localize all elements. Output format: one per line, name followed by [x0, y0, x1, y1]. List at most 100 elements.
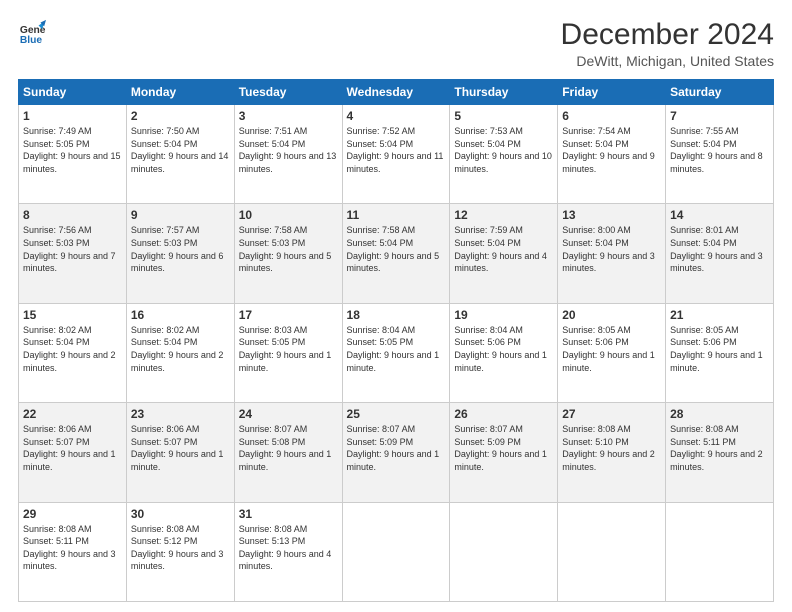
calendar-cell: 18 Sunrise: 8:04 AMSunset: 5:05 PMDayligh…	[342, 303, 450, 402]
day-info: Sunrise: 8:07 AMSunset: 5:09 PMDaylight:…	[454, 423, 553, 473]
calendar-week-2: 8 Sunrise: 7:56 AMSunset: 5:03 PMDaylight…	[19, 204, 774, 303]
day-info: Sunrise: 8:02 AMSunset: 5:04 PMDaylight:…	[131, 324, 230, 374]
day-info: Sunrise: 8:05 AMSunset: 5:06 PMDaylight:…	[562, 324, 661, 374]
logo-icon: General Blue	[18, 18, 46, 46]
day-info: Sunrise: 8:08 AMSunset: 5:12 PMDaylight:…	[131, 523, 230, 573]
calendar-cell: 31Sunrise: 8:08 AMSunset: 5:13 PMDayligh…	[234, 502, 342, 601]
day-info: Sunrise: 8:07 AMSunset: 5:08 PMDaylight:…	[239, 423, 338, 473]
calendar-cell: 14 Sunrise: 8:01 AMSunset: 5:04 PMDayligh…	[666, 204, 774, 303]
day-info: Sunrise: 8:06 AMSunset: 5:07 PMDaylight:…	[131, 423, 230, 473]
day-number: 5	[454, 109, 553, 123]
day-number: 11	[347, 208, 446, 222]
day-number: 14	[670, 208, 769, 222]
day-info: Sunrise: 8:07 AMSunset: 5:09 PMDaylight:…	[347, 423, 446, 473]
calendar-cell	[666, 502, 774, 601]
day-info: Sunrise: 7:57 AMSunset: 5:03 PMDaylight:…	[131, 224, 230, 274]
calendar-header-friday: Friday	[558, 80, 666, 105]
day-info: Sunrise: 7:58 AMSunset: 5:04 PMDaylight:…	[347, 224, 446, 274]
calendar-cell: 3Sunrise: 7:51 AMSunset: 5:04 PMDaylight…	[234, 105, 342, 204]
calendar-cell: 10 Sunrise: 7:58 AMSunset: 5:03 PMDayligh…	[234, 204, 342, 303]
day-number: 27	[562, 407, 661, 421]
day-number: 24	[239, 407, 338, 421]
calendar-cell: 15 Sunrise: 8:02 AMSunset: 5:04 PMDayligh…	[19, 303, 127, 402]
day-number: 7	[670, 109, 769, 123]
day-number: 26	[454, 407, 553, 421]
day-info: Sunrise: 8:03 AMSunset: 5:05 PMDaylight:…	[239, 324, 338, 374]
calendar-cell	[450, 502, 558, 601]
main-title: December 2024	[561, 18, 774, 51]
logo: General Blue	[18, 18, 46, 46]
day-number: 15	[23, 308, 122, 322]
calendar-cell: 25 Sunrise: 8:07 AMSunset: 5:09 PMDayligh…	[342, 403, 450, 502]
day-number: 31	[239, 507, 338, 521]
day-number: 19	[454, 308, 553, 322]
day-info: Sunrise: 7:50 AMSunset: 5:04 PMDaylight:…	[131, 125, 230, 175]
calendar-week-3: 15 Sunrise: 8:02 AMSunset: 5:04 PMDayligh…	[19, 303, 774, 402]
day-number: 2	[131, 109, 230, 123]
day-number: 13	[562, 208, 661, 222]
calendar-cell: 27Sunrise: 8:08 AMSunset: 5:10 PMDayligh…	[558, 403, 666, 502]
calendar-cell: 16 Sunrise: 8:02 AMSunset: 5:04 PMDayligh…	[126, 303, 234, 402]
calendar-table: SundayMondayTuesdayWednesdayThursdayFrid…	[18, 79, 774, 602]
calendar-cell: 12Sunrise: 7:59 AMSunset: 5:04 PMDayligh…	[450, 204, 558, 303]
day-number: 22	[23, 407, 122, 421]
day-info: Sunrise: 7:55 AMSunset: 5:04 PMDaylight:…	[670, 125, 769, 175]
day-number: 20	[562, 308, 661, 322]
day-number: 1	[23, 109, 122, 123]
calendar-header-row: SundayMondayTuesdayWednesdayThursdayFrid…	[19, 80, 774, 105]
page: General Blue December 2024 DeWitt, Michi…	[0, 0, 792, 612]
day-info: Sunrise: 7:56 AMSunset: 5:03 PMDaylight:…	[23, 224, 122, 274]
day-number: 8	[23, 208, 122, 222]
calendar-header-monday: Monday	[126, 80, 234, 105]
day-info: Sunrise: 7:52 AMSunset: 5:04 PMDaylight:…	[347, 125, 446, 175]
day-number: 25	[347, 407, 446, 421]
day-number: 6	[562, 109, 661, 123]
calendar-cell	[558, 502, 666, 601]
day-info: Sunrise: 7:49 AMSunset: 5:05 PMDaylight:…	[23, 125, 122, 175]
calendar-cell: 13Sunrise: 8:00 AMSunset: 5:04 PMDayligh…	[558, 204, 666, 303]
day-number: 30	[131, 507, 230, 521]
day-number: 18	[347, 308, 446, 322]
day-number: 4	[347, 109, 446, 123]
day-info: Sunrise: 7:58 AMSunset: 5:03 PMDaylight:…	[239, 224, 338, 274]
day-number: 17	[239, 308, 338, 322]
day-number: 28	[670, 407, 769, 421]
calendar-header-tuesday: Tuesday	[234, 80, 342, 105]
day-number: 29	[23, 507, 122, 521]
calendar-cell: 28 Sunrise: 8:08 AMSunset: 5:11 PMDayligh…	[666, 403, 774, 502]
day-info: Sunrise: 8:05 AMSunset: 5:06 PMDaylight:…	[670, 324, 769, 374]
day-info: Sunrise: 7:54 AMSunset: 5:04 PMDaylight:…	[562, 125, 661, 175]
calendar-cell: 2 Sunrise: 7:50 AMSunset: 5:04 PMDaylight…	[126, 105, 234, 204]
day-number: 10	[239, 208, 338, 222]
subtitle: DeWitt, Michigan, United States	[561, 53, 774, 69]
day-info: Sunrise: 8:08 AMSunset: 5:11 PMDaylight:…	[670, 423, 769, 473]
day-info: Sunrise: 8:01 AMSunset: 5:04 PMDaylight:…	[670, 224, 769, 274]
calendar-cell: 19 Sunrise: 8:04 AMSunset: 5:06 PMDayligh…	[450, 303, 558, 402]
calendar-cell: 6 Sunrise: 7:54 AMSunset: 5:04 PMDaylight…	[558, 105, 666, 204]
calendar-cell: 21 Sunrise: 8:05 AMSunset: 5:06 PMDayligh…	[666, 303, 774, 402]
day-info: Sunrise: 8:04 AMSunset: 5:06 PMDaylight:…	[454, 324, 553, 374]
calendar-week-1: 1 Sunrise: 7:49 AMSunset: 5:05 PMDaylight…	[19, 105, 774, 204]
day-info: Sunrise: 7:53 AMSunset: 5:04 PMDaylight:…	[454, 125, 553, 175]
calendar-header-wednesday: Wednesday	[342, 80, 450, 105]
calendar-cell: 8 Sunrise: 7:56 AMSunset: 5:03 PMDaylight…	[19, 204, 127, 303]
day-number: 16	[131, 308, 230, 322]
calendar-cell: 24 Sunrise: 8:07 AMSunset: 5:08 PMDayligh…	[234, 403, 342, 502]
header: General Blue December 2024 DeWitt, Michi…	[18, 18, 774, 69]
day-info: Sunrise: 8:02 AMSunset: 5:04 PMDaylight:…	[23, 324, 122, 374]
calendar-cell: 11 Sunrise: 7:58 AMSunset: 5:04 PMDayligh…	[342, 204, 450, 303]
calendar-cell: 7 Sunrise: 7:55 AMSunset: 5:04 PMDaylight…	[666, 105, 774, 204]
day-info: Sunrise: 8:06 AMSunset: 5:07 PMDaylight:…	[23, 423, 122, 473]
calendar-cell: 9 Sunrise: 7:57 AMSunset: 5:03 PMDaylight…	[126, 204, 234, 303]
calendar-cell: 22 Sunrise: 8:06 AMSunset: 5:07 PMDayligh…	[19, 403, 127, 502]
calendar-cell: 30 Sunrise: 8:08 AMSunset: 5:12 PMDayligh…	[126, 502, 234, 601]
day-number: 21	[670, 308, 769, 322]
calendar-cell: 29Sunrise: 8:08 AMSunset: 5:11 PMDayligh…	[19, 502, 127, 601]
day-number: 9	[131, 208, 230, 222]
day-info: Sunrise: 7:59 AMSunset: 5:04 PMDaylight:…	[454, 224, 553, 274]
calendar-header-sunday: Sunday	[19, 80, 127, 105]
svg-text:Blue: Blue	[20, 35, 43, 46]
day-info: Sunrise: 8:04 AMSunset: 5:05 PMDaylight:…	[347, 324, 446, 374]
calendar-cell: 5 Sunrise: 7:53 AMSunset: 5:04 PMDaylight…	[450, 105, 558, 204]
calendar-week-5: 29Sunrise: 8:08 AMSunset: 5:11 PMDayligh…	[19, 502, 774, 601]
